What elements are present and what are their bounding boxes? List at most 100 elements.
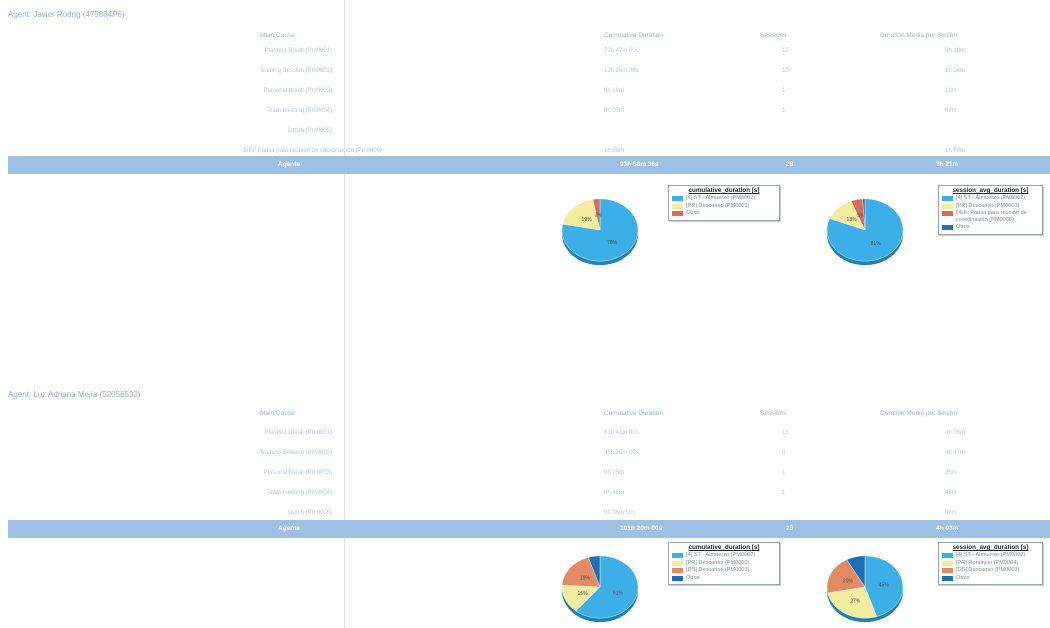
row-sessions: 15 — [782, 430, 789, 436]
row-sessions: 8 — [782, 450, 786, 456]
legend-item[interactable]: Otros — [672, 210, 776, 217]
legend-swatch — [942, 203, 953, 209]
legend-item[interactable]: DEF: Pausa para reunión de coordinación … — [942, 210, 1039, 223]
row-avg: 4h 06m — [945, 430, 966, 436]
row-sessions: 1 — [782, 490, 786, 496]
row-cumulative: 0h 48m — [604, 490, 625, 496]
pie-slice-label: 13% — [847, 217, 858, 223]
total-label: Agente — [278, 161, 301, 168]
row-cumulative: 79h 47m 00s — [604, 48, 639, 54]
legend-title: session_avg_duration [s] — [952, 187, 1029, 194]
legend-swatch — [942, 196, 953, 201]
legend-item[interactable]: [PR] Renuncio (PM0004) — [942, 560, 1039, 567]
total-sessions: 25 — [786, 525, 794, 532]
table-row: Training Session (Pm0002) 12h 26m 36s 10 1h… — [0, 68, 1050, 82]
row-cumulative: 38h 20m 00s — [604, 450, 639, 456]
row-cumulative: 0h 18m — [604, 88, 625, 94]
table-row: Team meeting (Pm0004) 0h 07m 1 07m — [0, 108, 1050, 122]
legend-item[interactable]: Otros — [672, 575, 776, 582]
legend-item[interactable]: [4] ST - Almuerzo (PM0002) — [672, 552, 776, 559]
row-label: Training Session (Pm0002) — [259, 68, 332, 74]
row-avg: 07m — [945, 108, 957, 114]
row-cumulative: 0h 25m — [604, 470, 625, 476]
legend-item[interactable]: [DS] Descanso (PM0003) — [942, 567, 1039, 574]
legend-title: cumulative_duration [s] — [688, 187, 760, 194]
legend-item[interactable]: [PR] Descanso (PM0001) — [942, 203, 1039, 210]
legend-swatch — [672, 196, 683, 201]
legend-item[interactable]: [4] ST - Almuerzo (PM0002) — [672, 195, 776, 202]
table-row: Planned Break (Pm0001) 79h 47m 00s 15 5h 19… — [0, 48, 1050, 62]
row-label: Lunch (Pm0005) — [287, 510, 332, 516]
row-label: Training Session (Pm0002) — [259, 450, 332, 456]
row-cumulative: 1h 59m — [604, 148, 625, 154]
row-label: Team meeting (Pm0004) — [266, 490, 332, 496]
column-header-main: Main Cause — [260, 410, 295, 417]
legend-swatch — [942, 560, 953, 566]
row-sessions: 15 — [782, 48, 789, 54]
row-sessions: 1 — [782, 470, 786, 476]
legend-item[interactable]: [4] ST - Almuerzo (PM0002) — [942, 195, 1039, 202]
legend-item-label: [DS] Descanso (PM0003) — [686, 567, 750, 573]
chart-legend: cumulative_duration [s] [4] ST - Almuerzo… — [668, 542, 780, 585]
legend-item[interactable]: Otros — [942, 224, 1039, 231]
row-avg: 25m — [945, 470, 957, 476]
row-label: Personal break (Pm0003) — [263, 470, 332, 476]
legend-title: cumulative_duration [s] — [688, 544, 760, 551]
table-row: Team meeting (Pm0004) 0h 48m 1 48m — [0, 490, 1050, 504]
agent-title: Agent: Javier Rodrig (475884P6) — [8, 10, 125, 19]
row-label: Planned Break (Pm0001) — [264, 48, 332, 54]
legend-item[interactable]: [4] ST - Almuerzo (PM0002) — [942, 552, 1039, 559]
pie-slice-label: 61% — [613, 590, 624, 596]
pie-slice-label: 15% — [578, 591, 589, 597]
legend-swatch — [672, 568, 683, 573]
column-header-sessions: Sessions — [760, 32, 787, 39]
column-header-cumulative: Cumulative Duration — [604, 410, 663, 417]
row-avg: 4h 47m — [945, 450, 966, 456]
table-row: Personal break (Pm0003) 0h 18m 1 18m — [0, 88, 1050, 102]
row-avg: 5h 19m — [945, 48, 966, 54]
table-row: Training Session (Pm0002) 38h 20m 00s 8 4h … — [0, 450, 1050, 464]
row-avg: 1h 14m — [945, 68, 966, 74]
row-avg: 1h 59m — [945, 148, 966, 154]
legend-item[interactable]: Otros — [942, 575, 1039, 582]
row-label: Personal break (Pm0003) — [263, 88, 332, 94]
chart-legend: cumulative_duration [s] [4] ST - Almuerzo… — [668, 185, 780, 221]
pie-slice-label: 20% — [843, 578, 854, 584]
legend-item[interactable]: [PR] Descanso (PM0001) — [672, 203, 776, 210]
row-sessions: 1 — [782, 88, 786, 94]
pie-chart[interactable]: 78% 19%3% — [560, 188, 640, 268]
column-header-avg: Duration Media por Sesión — [880, 410, 957, 417]
row-label: Team meeting (Pm0004) — [266, 108, 332, 114]
legend-swatch — [942, 568, 953, 573]
table-row: Lunch (Pm0005) — [0, 128, 1050, 142]
row-cumulative: 12h 26m 36s — [604, 68, 639, 74]
pie-chart[interactable]: 61% 15% 19% — [560, 545, 640, 625]
pie-slice-label: 81% — [871, 241, 882, 247]
legend-item-label: [PR] Renuncio (PM0004) — [956, 559, 1019, 566]
total-cumulative: 101h 20m 00s — [620, 525, 663, 532]
legend-item-label: DEF: Pausa para reunión de coordinación … — [956, 210, 1027, 223]
legend-item[interactable]: [DS] Descanso (PM0003) — [672, 567, 776, 574]
legend-title: session_avg_duration [s] — [952, 544, 1029, 551]
column-header-cumulative: Cumulative Duration — [604, 32, 663, 39]
legend-item-label: Otros — [686, 210, 700, 216]
legend-swatch — [672, 575, 683, 581]
legend-swatch — [672, 560, 683, 566]
pie-chart[interactable]: 45% 27% 20% — [825, 545, 905, 625]
legend-swatch — [942, 211, 953, 216]
total-row: Agente 93h 58m 36s 28 3h 21m — [8, 156, 1050, 174]
agent-title: Agent: Luz Adriana Mejía (52056533) — [8, 390, 141, 399]
legend-item-label: [PR] Descanso (PM0001) — [686, 559, 750, 566]
row-cumulative: 0h 06m 00s — [604, 510, 636, 516]
pie-chart[interactable]: 81%13%5% — [825, 188, 905, 268]
legend-item-label: [4] ST - Almuerzo (PM0002) — [686, 195, 756, 201]
pie-slice-label: 27% — [850, 598, 861, 604]
total-label: Agente — [278, 525, 301, 532]
legend-item-label: [PR] Descanso (PM0001) — [956, 202, 1020, 209]
legend-item[interactable]: [PR] Descanso (PM0001) — [672, 560, 776, 567]
pie-slice-label: 45% — [879, 583, 890, 589]
total-cumulative: 93h 58m 36s — [620, 161, 659, 168]
total-avg: 3h 21m — [936, 161, 959, 168]
pie-slice-label: 19% — [580, 575, 591, 581]
legend-swatch — [942, 575, 953, 581]
